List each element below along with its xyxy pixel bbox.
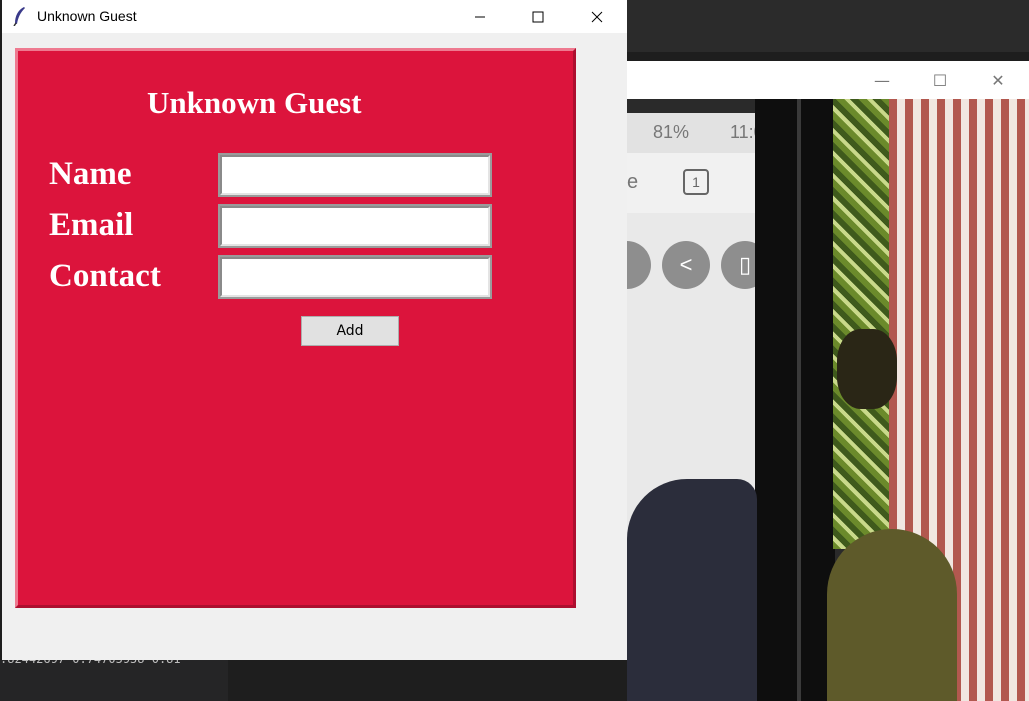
share-icon: < xyxy=(662,241,710,289)
maximize-icon xyxy=(532,11,544,22)
unknown-guest-window: Unknown Guest Unknown Guest Name Email C… xyxy=(2,0,627,660)
guest-form-panel: Unknown Guest Name Email Contact Add xyxy=(15,48,576,608)
name-label: Name xyxy=(49,156,132,192)
panel-heading: Unknown Guest xyxy=(147,85,362,120)
window-titlebar: Unknown Guest xyxy=(2,0,627,33)
close-icon xyxy=(591,11,603,22)
background-console xyxy=(0,660,228,701)
camera-close-button[interactable]: ✕ xyxy=(969,61,1027,99)
contact-input[interactable] xyxy=(218,255,492,299)
contact-label: Contact xyxy=(49,258,161,294)
name-input[interactable] xyxy=(218,153,492,197)
camera-window-titlebar: — ☐ ✕ xyxy=(627,61,1029,99)
camera-feed: 81% 11:04 e 1 ⋮ < ▯ xyxy=(627,99,1029,701)
feather-icon xyxy=(13,7,25,26)
foliage-background xyxy=(833,99,893,549)
minimize-button[interactable] xyxy=(457,0,503,33)
camera-maximize-button[interactable]: ☐ xyxy=(911,61,969,99)
person-left xyxy=(627,479,757,701)
camera-window: — ☐ ✕ 81% 11:04 e 1 ⋮ < ▯ xyxy=(627,61,1029,701)
add-button[interactable]: Add xyxy=(301,316,399,346)
email-input[interactable] xyxy=(218,204,492,248)
email-label: Email xyxy=(49,207,134,243)
camera-minimize-button[interactable]: — xyxy=(853,61,911,99)
minimize-icon xyxy=(475,16,485,17)
background-editor xyxy=(627,0,1029,52)
window-title: Unknown Guest xyxy=(37,8,137,24)
tab-count-icon: 1 xyxy=(683,169,709,195)
person-right xyxy=(827,529,957,701)
close-button[interactable] xyxy=(574,0,620,33)
window-client-area: Unknown Guest Name Email Contact Add xyxy=(2,33,627,660)
phone-action-icon xyxy=(627,241,651,289)
phone-partial-text: e xyxy=(627,171,639,193)
battery-percent-text: 81% xyxy=(653,122,690,142)
maximize-button[interactable] xyxy=(515,0,561,33)
